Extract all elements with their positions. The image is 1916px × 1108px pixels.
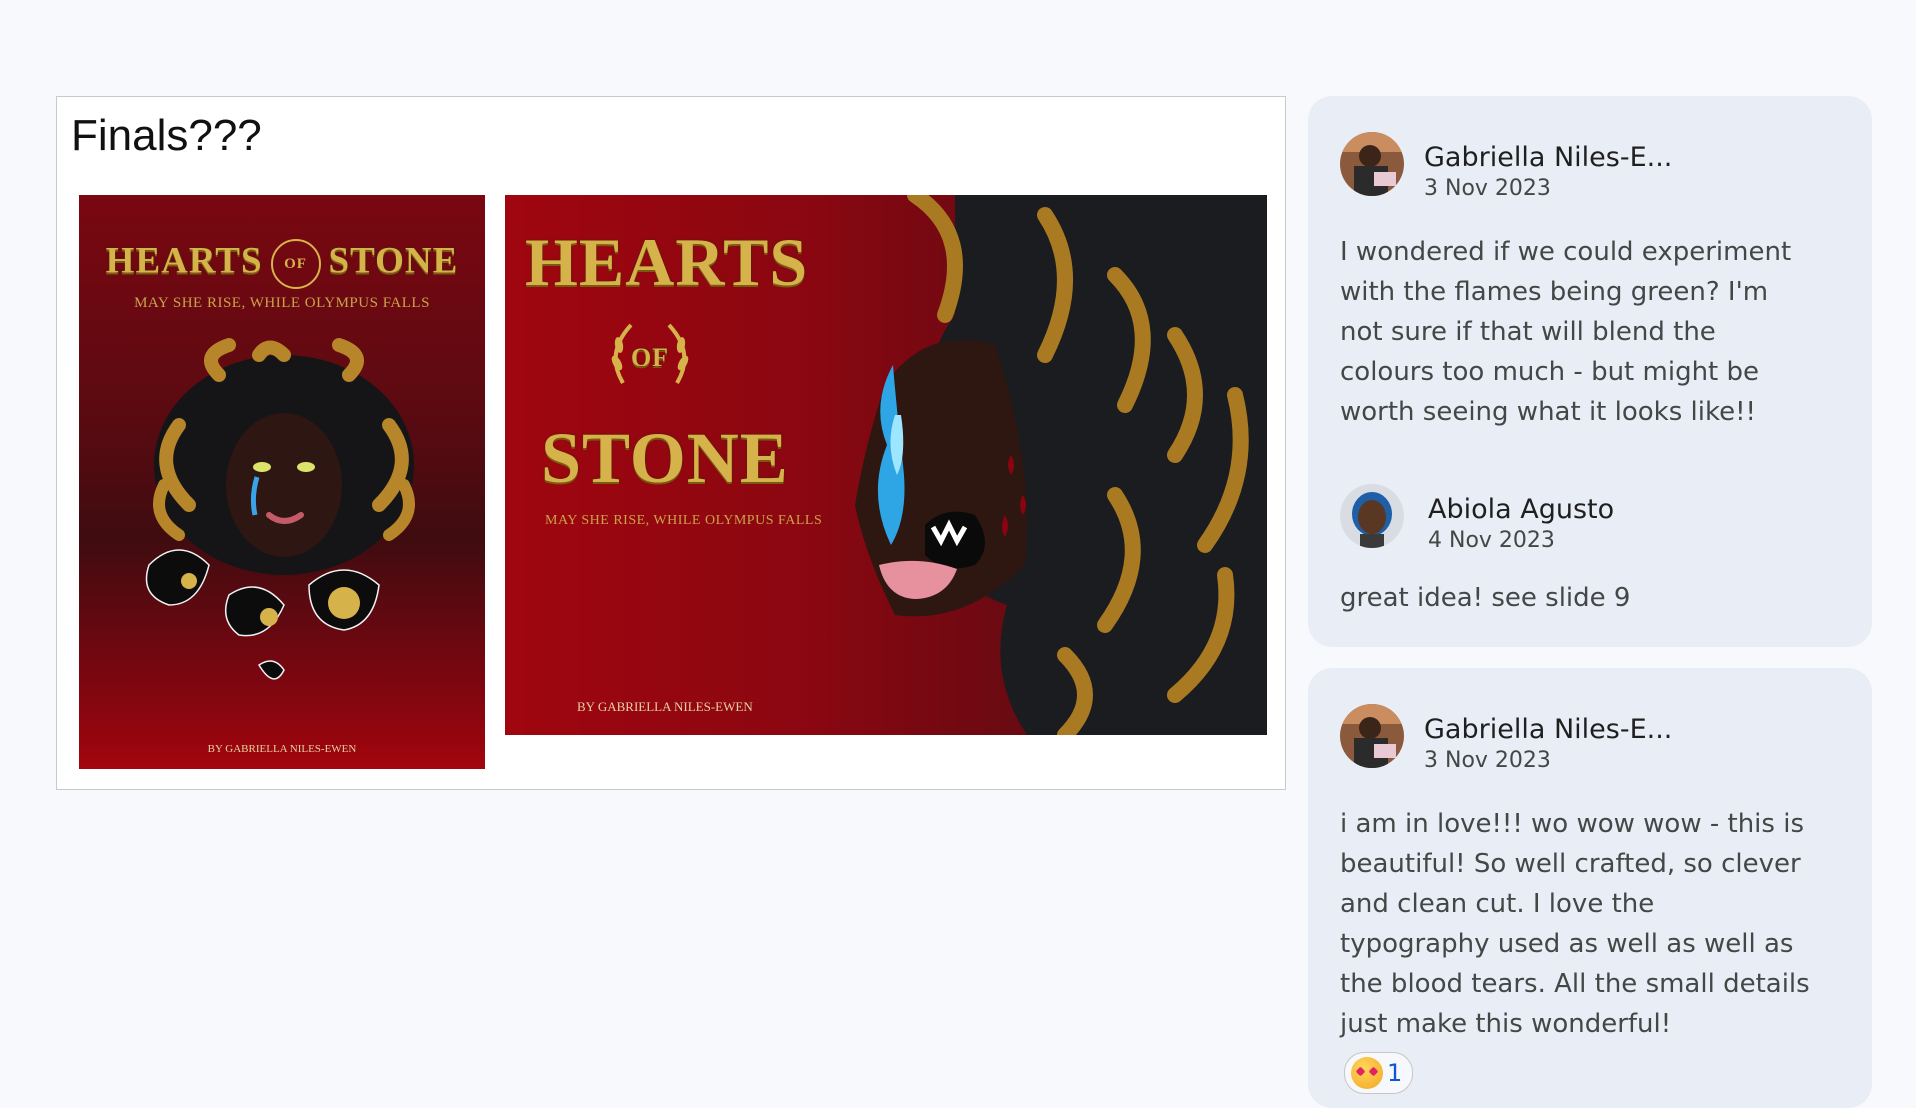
book-cover-landscape-image[interactable]: HEARTS OF STONE MAY SHE RISE, WHILE OLYM…	[505, 195, 1267, 735]
slide-title[interactable]: Finals???	[71, 111, 262, 161]
avatar[interactable]	[1340, 704, 1404, 768]
avatar[interactable]	[1340, 484, 1404, 548]
user-avatar-photo-icon	[1340, 704, 1404, 768]
medusa-portrait-illustration	[145, 338, 415, 680]
emoji-reaction-chip[interactable]: 1	[1344, 1052, 1414, 1094]
avatar[interactable]	[1340, 132, 1404, 196]
comment-text: I wondered if we could experiment with t…	[1340, 237, 1792, 427]
reaction-count: 1	[1387, 1059, 1403, 1087]
cover-title-hearts: HEARTS	[105, 240, 263, 282]
cover-byline: BY GABRIELLA NILES-EWEN	[207, 743, 357, 755]
cover-title-of: OF	[630, 343, 670, 372]
cover-laurel-wreath: OF	[605, 313, 695, 403]
comment-text: i am in love!!! wo wow wow - this is bea…	[1340, 809, 1810, 1039]
comment-text: great idea! see slide 9	[1340, 583, 1631, 613]
smiling-face-with-hearts-icon	[1351, 1057, 1383, 1089]
comment-date: 4 Nov 2023	[1428, 528, 1555, 553]
comment-author: Gabriella Niles-E...	[1424, 142, 1673, 173]
cover-title-stone: STONE	[541, 418, 789, 498]
comment-author: Abiola Agusto	[1428, 494, 1615, 525]
user-avatar-photo-icon	[1340, 132, 1404, 196]
slide-canvas[interactable]: Finals??? HEARTS OF STONE MAY SHE RISE, WH…	[56, 96, 1286, 790]
cover-title: HEARTS OF STONE	[79, 239, 485, 289]
book-cover-portrait-image[interactable]: HEARTS OF STONE MAY SHE RISE, WHILE OLYMPU…	[79, 195, 485, 769]
cover-subtitle: MAY SHE RISE, WHILE OLYMPUS FALLS	[134, 295, 430, 311]
medusa-profile-illustration	[855, 195, 1267, 735]
comment-thread[interactable]: Gabriella Niles-E... 3 Nov 2023 i am in …	[1308, 668, 1872, 1108]
comment-date: 3 Nov 2023	[1424, 748, 1551, 773]
comment-date: 3 Nov 2023	[1424, 176, 1551, 201]
comment-thread[interactable]: Gabriella Niles-E... 3 Nov 2023 I wonder…	[1308, 96, 1872, 647]
cover-subtitle: MAY SHE RISE, WHILE OLYMPUS FALLS	[545, 513, 823, 528]
cover-title-hearts: HEARTS	[525, 224, 809, 300]
cover-title-of-laurel: OF	[270, 239, 321, 289]
user-avatar-photo-icon	[1340, 484, 1404, 548]
comment-author: Gabriella Niles-E...	[1424, 714, 1673, 745]
cover-byline: BY GABRIELLA NILES-EWEN	[577, 699, 753, 714]
cover-title-stone: STONE	[328, 240, 459, 282]
